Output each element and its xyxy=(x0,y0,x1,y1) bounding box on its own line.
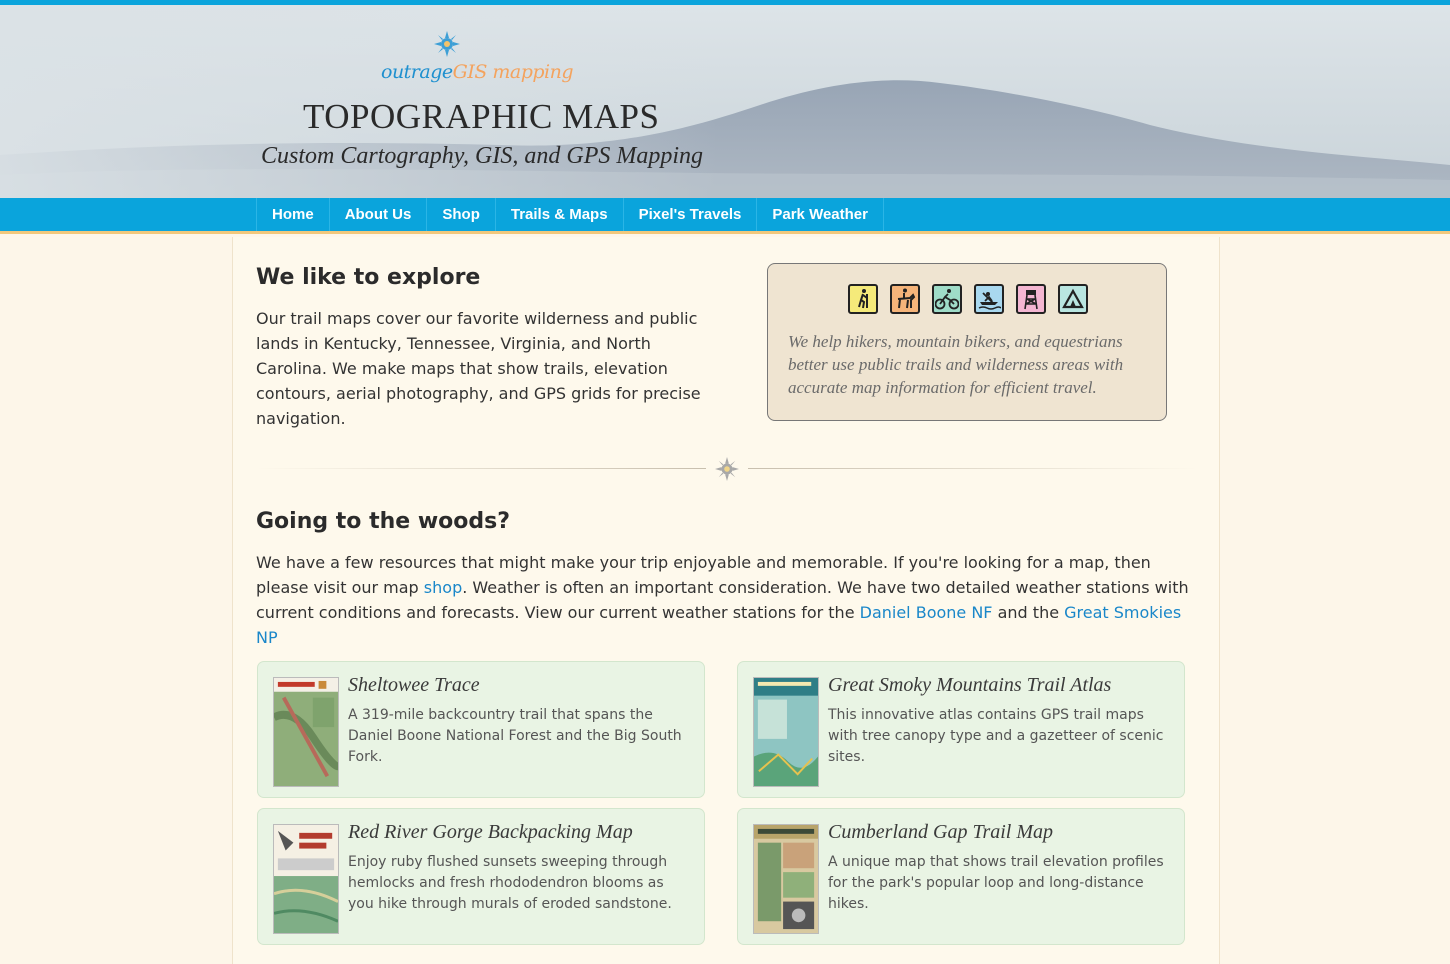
card-title[interactable]: Sheltowee Trace xyxy=(348,674,480,697)
boating-icon xyxy=(974,284,1004,314)
main-nav: Home About Us Shop Trails & Maps Pixel's… xyxy=(0,198,1450,234)
card-title[interactable]: Great Smoky Mountains Trail Atlas xyxy=(828,674,1111,697)
nav-item-park-weather[interactable]: Park Weather xyxy=(756,198,884,231)
callout-text: We help hikers, mountain bikers, and equ… xyxy=(788,332,1124,397)
explore-paragraph: Our trail maps cover our favorite wilder… xyxy=(256,309,701,428)
map-card-sheltowee[interactable]: Sheltowee Trace A 319-mile backcountry t… xyxy=(257,661,705,798)
woods-text-3: and the xyxy=(992,603,1065,622)
card-description: A 319-mile backcountry trail that spans … xyxy=(348,707,682,765)
mountain-banner-image xyxy=(0,5,1450,198)
card-description: A unique map that shows trail elevation … xyxy=(828,854,1164,912)
sun-logo-icon xyxy=(434,31,460,57)
card-description: This innovative atlas contains GPS trail… xyxy=(828,707,1164,765)
nav-item-shop[interactable]: Shop xyxy=(426,198,495,231)
horseback-icon xyxy=(890,284,920,314)
card-description: Enjoy ruby flushed sunsets sweeping thro… xyxy=(348,854,672,912)
logo-text-outrage: outrage xyxy=(381,61,453,83)
firetower-icon xyxy=(1016,284,1046,314)
woods-heading: Going to the woods? xyxy=(256,509,510,534)
sheltowee-map-thumbnail[interactable] xyxy=(273,677,339,787)
map-card-cumberland-gap[interactable]: Cumberland Gap Trail Map A unique map th… xyxy=(737,808,1185,945)
logo-text-gis: GIS mapping xyxy=(452,61,574,83)
map-card-red-river-gorge[interactable]: Red River Gorge Backpacking Map Enjoy ru… xyxy=(257,808,705,945)
camping-icon xyxy=(1058,284,1088,314)
nav-item-home[interactable]: Home xyxy=(256,198,329,231)
site-subtitle: Custom Cartography, GIS, and GPS Mapping xyxy=(261,143,704,169)
activities-callout: We help hikers, mountain bikers, and equ… xyxy=(767,263,1167,421)
nav-item-pixels-travels[interactable]: Pixel's Travels xyxy=(622,198,757,231)
main-content: We like to explore Our trail maps cover … xyxy=(232,237,1220,964)
woods-paragraph: We have a few resources that might make … xyxy=(256,550,1198,650)
site-title: TOPOGRAPHIC MAPS xyxy=(303,97,660,136)
smoky-atlas-thumbnail[interactable] xyxy=(753,677,819,787)
explore-heading: We like to explore xyxy=(256,265,481,290)
card-title[interactable]: Cumberland Gap Trail Map xyxy=(828,821,1053,844)
red-river-gorge-thumbnail[interactable] xyxy=(273,824,339,934)
shop-link[interactable]: shop xyxy=(424,578,462,597)
logo-wordmark[interactable]: outrageGIS mapping xyxy=(381,61,574,83)
daniel-boone-weather-link[interactable]: Daniel Boone NF xyxy=(860,603,993,622)
card-title[interactable]: Red River Gorge Backpacking Map xyxy=(348,821,633,844)
cumberland-gap-thumbnail[interactable] xyxy=(753,824,819,934)
section-divider xyxy=(256,457,1198,481)
nav-item-about-us[interactable]: About Us xyxy=(328,198,427,231)
site-header: outrageGIS mapping TOPOGRAPHIC MAPS Cust… xyxy=(0,5,1450,198)
map-card-smoky-atlas[interactable]: Great Smoky Mountains Trail Atlas This i… xyxy=(737,661,1185,798)
biking-icon xyxy=(932,284,962,314)
activity-icons xyxy=(848,284,1088,314)
nav-item-trails-maps[interactable]: Trails & Maps xyxy=(494,198,623,231)
hiking-icon xyxy=(848,284,878,314)
divider-sun-icon xyxy=(715,457,739,481)
